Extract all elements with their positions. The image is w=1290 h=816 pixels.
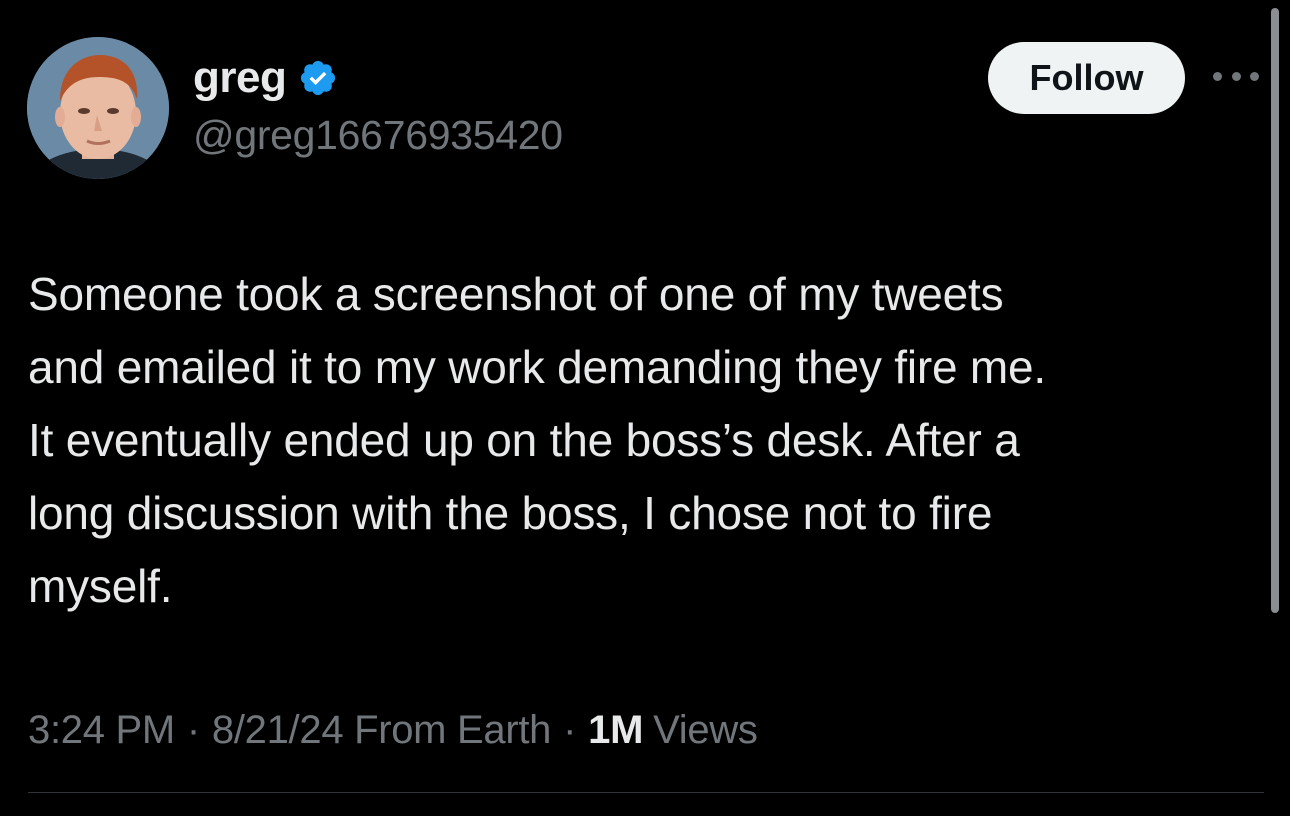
follow-button[interactable]: Follow <box>988 42 1185 114</box>
views-label[interactable]: Views <box>653 708 758 753</box>
views-count[interactable]: 1M <box>588 708 643 753</box>
tweet-date-source[interactable]: 8/21/24 From Earth <box>212 708 552 753</box>
scrollbar[interactable] <box>1271 8 1279 613</box>
avatar[interactable] <box>27 37 169 179</box>
display-name[interactable]: greg <box>193 53 287 103</box>
author-name-row: greg <box>193 52 338 104</box>
tweet-meta: 3:24 PM · 8/21/24 From Earth · 1M Views <box>28 700 758 760</box>
more-options-icon[interactable] <box>1213 66 1259 86</box>
tweet-line: and emailed it to my work demanding they… <box>28 341 1047 393</box>
dot <box>1231 71 1241 81</box>
dot <box>1250 71 1259 81</box>
tweet-line: It eventually ended up on the boss’s des… <box>28 414 1020 466</box>
verified-badge-icon[interactable] <box>298 58 338 98</box>
tweet-line: myself. <box>28 560 173 612</box>
divider <box>28 792 1264 793</box>
author-handle[interactable]: @greg16676935420 <box>193 112 563 159</box>
avatar-image <box>27 37 169 179</box>
dot <box>1213 71 1222 81</box>
tweet-line: long discussion with the boss, I chose n… <box>28 487 993 539</box>
meta-separator: · <box>563 707 577 752</box>
tweet-time[interactable]: 3:24 PM <box>28 708 175 753</box>
tweet-line: Someone took a screenshot of one of my t… <box>28 268 1004 320</box>
meta-separator: · <box>186 707 200 752</box>
tweet-text: Someone took a screenshot of one of my t… <box>28 258 1250 623</box>
